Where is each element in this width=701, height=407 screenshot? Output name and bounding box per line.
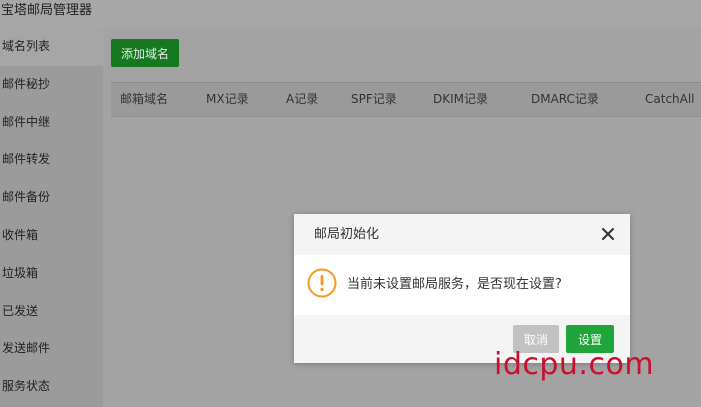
sidebar-item-mail-forward[interactable]: 邮件转发 xyxy=(0,141,103,179)
column-header-spf-record: SPF记录 xyxy=(351,92,397,106)
app-title: 宝塔邮局管理器 xyxy=(0,0,701,28)
dialog-header: 邮局初始化 xyxy=(294,214,630,255)
mail-init-dialog: 邮局初始化 当前未设置邮局服务，是否现在设置? 取消 设置 xyxy=(294,214,630,363)
sidebar-item-service-status[interactable]: 服务状态 xyxy=(0,368,103,406)
sidebar-item-mail-backup[interactable]: 邮件备份 xyxy=(0,179,103,217)
add-domain-button[interactable]: 添加域名 xyxy=(111,39,179,67)
column-header-dkim-record: DKIM记录 xyxy=(433,92,489,106)
sidebar-item-domain-list[interactable]: 域名列表 xyxy=(0,28,103,66)
column-header-dmarc-record: DMARC记录 xyxy=(531,92,599,106)
column-header-catchall: CatchAll xyxy=(645,92,695,106)
warning-icon xyxy=(307,268,337,298)
sidebar-item-inbox[interactable]: 收件箱 xyxy=(0,217,103,255)
dialog-body: 当前未设置邮局服务，是否现在设置? xyxy=(294,255,630,315)
column-header-mx-record: MX记录 xyxy=(206,92,249,106)
domain-table-header: 邮箱域名 MX记录 A记录 SPF记录 DKIM记录 DMARC记录 Catch… xyxy=(111,82,701,117)
column-header-mail-domain: 邮箱域名 xyxy=(120,92,169,106)
dialog-message: 当前未设置邮局服务，是否现在设置? xyxy=(347,277,562,292)
sidebar-item-mail-bcc[interactable]: 邮件秘抄 xyxy=(0,66,103,104)
sidebar-item-spam[interactable]: 垃圾箱 xyxy=(0,255,103,293)
watermark-text: idcpu.com xyxy=(494,347,655,382)
sidebar-item-compose[interactable]: 发送邮件 xyxy=(0,330,103,368)
dialog-title: 邮局初始化 xyxy=(314,227,380,242)
sidebar: 域名列表 邮件秘抄 邮件中继 邮件转发 邮件备份 收件箱 垃圾箱 已发送 发送邮… xyxy=(0,28,103,407)
close-icon[interactable] xyxy=(598,224,618,244)
sidebar-item-sent[interactable]: 已发送 xyxy=(0,293,103,331)
column-header-a-record: A记录 xyxy=(286,92,319,106)
sidebar-item-mail-relay[interactable]: 邮件中继 xyxy=(0,104,103,142)
